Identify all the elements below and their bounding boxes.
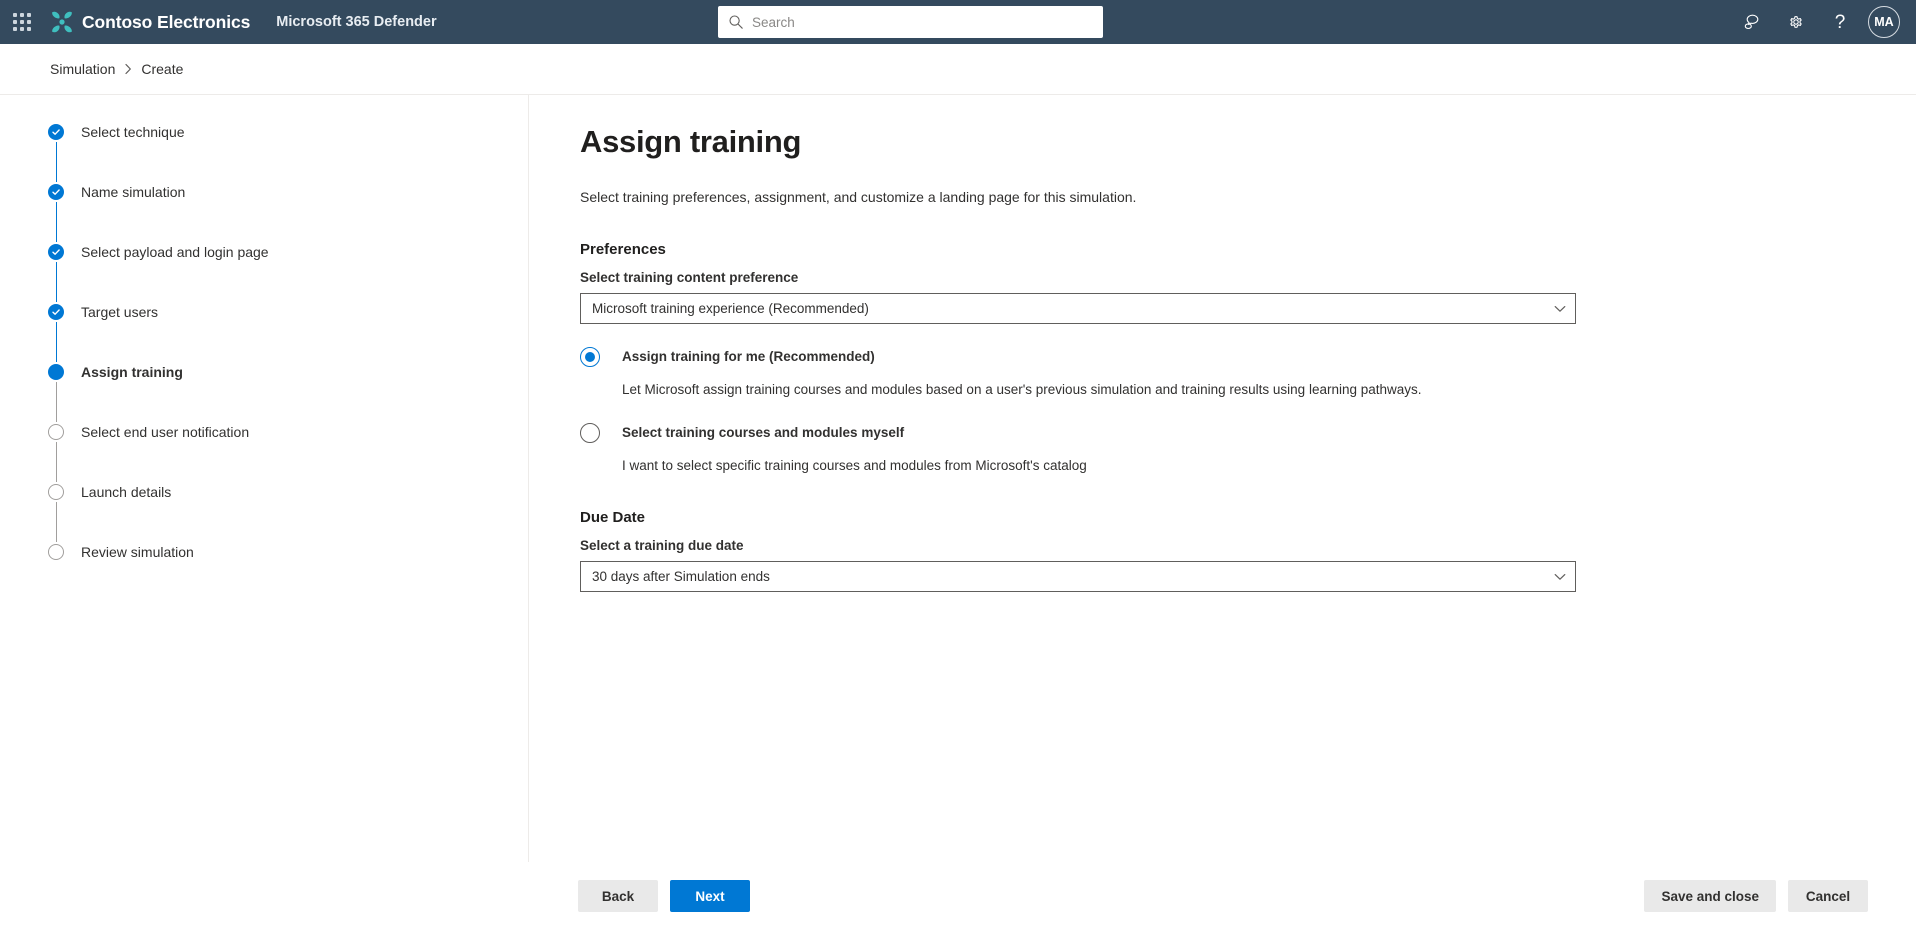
radio-button-selected-icon[interactable] — [580, 347, 600, 367]
page-title: Assign training — [580, 124, 802, 159]
step-marker — [48, 364, 64, 422]
step-connector — [55, 262, 57, 302]
radio-option-assign-for-me: Assign training for me (Recommended) Let… — [580, 347, 1916, 399]
top-navigation-bar: Contoso Electronics Microsoft 365 Defend… — [0, 0, 1916, 44]
feedback-icon — [1744, 14, 1759, 30]
wizard-step-label: Assign training — [81, 364, 183, 380]
avatar[interactable]: MA — [1868, 6, 1900, 38]
training-content-preference-select[interactable]: Microsoft training experience (Recommend… — [580, 293, 1576, 324]
wizard-footer: Back Next Save and close Cancel — [0, 862, 1916, 930]
empty-circle-icon — [48, 484, 64, 500]
app-name: Microsoft 365 Defender — [276, 14, 437, 30]
wizard-step-select-technique[interactable]: Select technique — [0, 123, 528, 183]
settings-button[interactable] — [1774, 0, 1818, 44]
due-date-heading: Due Date — [580, 509, 646, 526]
wizard-step-assign-training[interactable]: Assign training — [0, 363, 528, 423]
page-description: Select training preferences, assignment,… — [580, 189, 1137, 205]
training-content-preference-label: Select training content preference — [580, 270, 799, 285]
radio-row[interactable]: Select training courses and modules myse… — [580, 423, 1916, 443]
wizard-step-select-payload-and-login-page[interactable]: Select payload and login page — [0, 243, 528, 303]
feedback-button[interactable] — [1730, 0, 1774, 44]
training-due-date-select[interactable]: 30 days after Simulation ends — [580, 561, 1576, 592]
breadcrumb-item-create[interactable]: Create — [141, 61, 183, 77]
radio-option-description: I want to select specific training cours… — [622, 458, 1087, 473]
wizard-step-label: Target users — [81, 304, 159, 320]
step-marker — [48, 304, 64, 362]
search-box[interactable] — [718, 6, 1103, 38]
app-launcher-button[interactable] — [0, 0, 44, 44]
wizard-step-label: Select payload and login page — [81, 244, 269, 260]
footer-left-actions: Back Next — [578, 880, 750, 912]
breadcrumb: Simulation Create — [0, 44, 1916, 95]
wizard-step-label: Select end user notification — [81, 424, 250, 440]
search-input[interactable] — [752, 14, 1093, 30]
wizard-step-review-simulation[interactable]: Review simulation — [0, 543, 528, 603]
gear-icon — [1790, 16, 1802, 28]
check-circle-icon — [48, 304, 64, 320]
search-icon — [729, 15, 743, 29]
step-marker — [48, 484, 64, 542]
chevron-right-icon — [124, 63, 132, 75]
step-marker — [48, 544, 64, 560]
radio-inner-dot — [585, 352, 595, 362]
top-bar-actions: ? MA — [1730, 0, 1916, 44]
current-step-dot-icon — [48, 364, 64, 380]
check-circle-icon — [48, 124, 64, 140]
step-connector — [55, 322, 57, 362]
brand-link[interactable]: Contoso Electronics — [49, 9, 250, 35]
step-marker — [48, 424, 64, 482]
wizard-step-launch-details[interactable]: Launch details — [0, 483, 528, 543]
radio-button-unselected-icon[interactable] — [580, 423, 600, 443]
radio-option-title: Select training courses and modules myse… — [622, 425, 905, 440]
search-container — [718, 6, 1103, 38]
wizard-step-select-end-user-notification[interactable]: Select end user notification — [0, 423, 528, 483]
step-connector — [55, 142, 57, 182]
step-connector — [55, 382, 57, 422]
assign-training-panel: Assign training Select training preferen… — [529, 95, 1916, 862]
step-marker — [48, 124, 64, 182]
help-button[interactable]: ? — [1818, 0, 1862, 44]
training-assignment-radio-group: Assign training for me (Recommended) Let… — [580, 347, 1916, 475]
radio-row[interactable]: Assign training for me (Recommended) — [580, 347, 1916, 367]
wizard-step-target-users[interactable]: Target users — [0, 303, 528, 363]
save-and-close-button[interactable]: Save and close — [1644, 880, 1776, 912]
wizard-step-label: Review simulation — [81, 544, 194, 560]
breadcrumb-item-simulation[interactable]: Simulation — [50, 61, 115, 77]
waffle-icon — [13, 13, 31, 31]
preferences-heading: Preferences — [580, 241, 666, 258]
training-due-date-container: 30 days after Simulation ends — [580, 561, 1576, 592]
wizard-step-label: Launch details — [81, 484, 172, 500]
empty-circle-icon — [48, 544, 64, 560]
next-button[interactable]: Next — [670, 880, 750, 912]
training-due-date-label: Select a training due date — [580, 538, 744, 553]
step-marker — [48, 244, 64, 302]
empty-circle-icon — [48, 424, 64, 440]
check-circle-icon — [48, 184, 64, 200]
content-area: Select technique Name simulation Select … — [0, 95, 1916, 862]
contoso-logo-icon — [52, 11, 72, 33]
cancel-button[interactable]: Cancel — [1788, 880, 1868, 912]
radio-option-select-myself: Select training courses and modules myse… — [580, 423, 1916, 475]
back-button[interactable]: Back — [578, 880, 658, 912]
wizard-step-label: Name simulation — [81, 184, 186, 200]
radio-option-title: Assign training for me (Recommended) — [622, 349, 875, 364]
step-marker — [48, 184, 64, 242]
question-mark-icon: ? — [1834, 11, 1846, 33]
radio-option-description: Let Microsoft assign training courses an… — [622, 382, 1422, 397]
check-circle-icon — [48, 244, 64, 260]
training-content-preference-container: Microsoft training experience (Recommend… — [580, 293, 1576, 324]
brand-name: Contoso Electronics — [82, 11, 251, 32]
step-connector — [55, 502, 57, 542]
wizard-step-label: Select technique — [81, 124, 185, 140]
step-connector — [55, 202, 57, 242]
footer-right-actions: Save and close Cancel — [1644, 880, 1868, 912]
wizard-steps-sidebar: Select technique Name simulation Select … — [0, 95, 529, 862]
step-connector — [55, 442, 57, 482]
wizard-step-name-simulation[interactable]: Name simulation — [0, 183, 528, 243]
